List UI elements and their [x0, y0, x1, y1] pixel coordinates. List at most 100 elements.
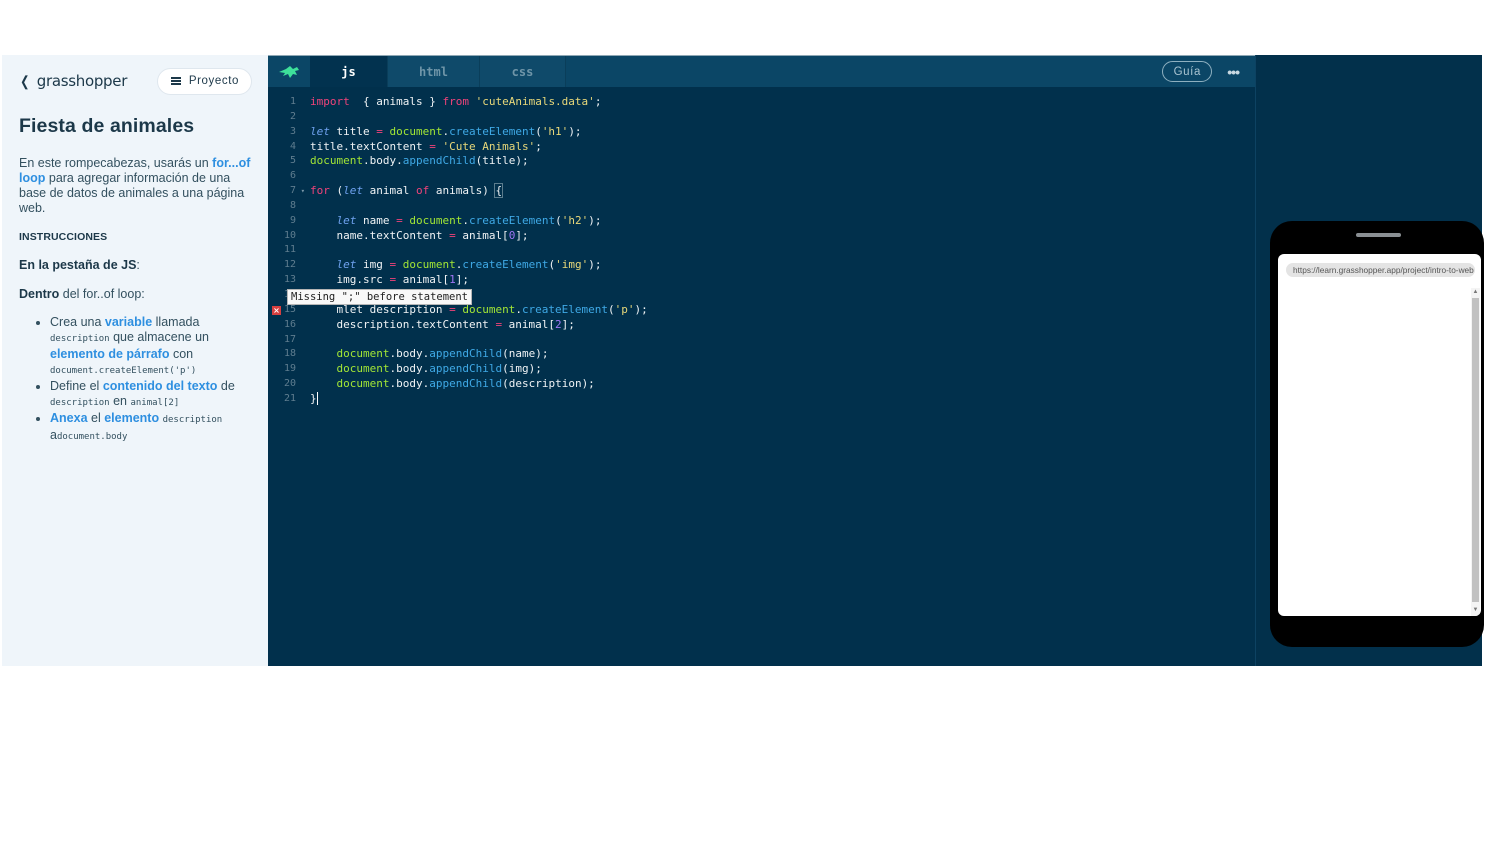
code-token: name	[356, 213, 397, 227]
tab-css[interactable]: css	[480, 56, 566, 87]
text-cursor	[316, 392, 318, 406]
loop-step-bold: Dentro	[19, 287, 60, 301]
preview-url-bar: https://learn.grasshopper.app/project/in…	[1286, 263, 1475, 277]
back-to-home-link[interactable]: ❮ grasshopper	[19, 72, 127, 90]
code-line[interactable]: 6	[268, 169, 1255, 184]
code-line[interactable]: 5 document.body.appendChild(title);	[268, 154, 1255, 169]
code-text: mlet description = document.createElemen…	[298, 302, 647, 318]
code-line[interactable]: 13 img.src = animal[1];	[268, 273, 1255, 288]
error-icon[interactable]: ×	[272, 305, 281, 315]
code-line[interactable]: 10 name.textContent = animal[0];	[268, 229, 1255, 244]
tab-js[interactable]: js	[310, 56, 388, 87]
code-snippet: description	[50, 398, 110, 408]
paragraph-element-link[interactable]: elemento de párrafo	[50, 347, 169, 361]
code-line[interactable]: 21}	[268, 392, 1255, 407]
app-window: ❮ grasshopper Proyecto Fiesta de animale…	[2, 55, 1484, 666]
code-line[interactable]: 20 document.body.appendChild(description…	[268, 377, 1255, 392]
code-area[interactable]: 1 import { animals } from 'cuteAnimals.da…	[268, 95, 1255, 407]
project-button[interactable]: Proyecto	[156, 67, 252, 95]
phone-speaker	[1356, 233, 1401, 237]
code-token: appendChild	[402, 154, 476, 168]
code-token: document	[310, 154, 363, 168]
code-line[interactable]: 1 import { animals } from 'cuteAnimals.da…	[268, 95, 1255, 110]
code-line[interactable]: 2	[268, 110, 1255, 125]
code-token: appendChild	[429, 347, 503, 361]
code-line[interactable]: 7 ▾ for (let animal of animals) {	[268, 183, 1255, 199]
code-token: (	[535, 124, 542, 138]
code-token: document	[402, 258, 456, 272]
code-token: }	[310, 391, 317, 405]
code-token: let	[343, 184, 363, 198]
code-line[interactable]: 12 let img = document.createElement('img…	[268, 258, 1255, 273]
scroll-down-icon[interactable]: ▼	[1471, 606, 1480, 615]
preview-screen[interactable]: https://learn.grasshopper.app/project/in…	[1278, 254, 1481, 616]
code-text: name.textContent = animal[0];	[298, 229, 528, 244]
code-line[interactable]: 16 description.textContent = animal[2];	[268, 318, 1255, 333]
guide-button[interactable]: Guía	[1162, 61, 1213, 82]
code-token: document	[409, 213, 463, 227]
scroll-thumb[interactable]	[1472, 298, 1479, 602]
loop-step-rest: del for..of loop:	[59, 287, 145, 301]
code-line[interactable]: 11	[268, 243, 1255, 258]
line-number: 19	[283, 363, 296, 375]
tab-html[interactable]: html	[388, 56, 480, 87]
code-line[interactable]: 9 let name = document.createElement('h2'…	[268, 214, 1255, 229]
tab-step-rest: :	[136, 258, 140, 272]
code-token: ];	[561, 317, 575, 331]
tab-step: En la pestaña de JS:	[19, 258, 252, 272]
line-number: 11	[283, 244, 296, 256]
code-line[interactable]: 18 document.body.appendChild(name);	[268, 347, 1255, 362]
code-line[interactable]: 3 let title = document.createElement('h1'…	[268, 125, 1255, 140]
code-token: =	[376, 124, 383, 138]
code-line[interactable]: 8	[268, 199, 1255, 214]
code-text: }	[298, 392, 318, 407]
code-token: img	[356, 258, 390, 272]
code-line[interactable]: 4 title.textContent = 'Cute Animals';	[268, 140, 1255, 155]
more-horizontal-icon[interactable]: •••	[1227, 64, 1240, 80]
code-token: 'h2'	[561, 213, 589, 227]
code-editor-panel: js html css Guía ••• 1 import { animals }…	[268, 55, 1255, 666]
code-token: (	[608, 302, 615, 316]
code-token: animal	[363, 184, 416, 198]
code-line[interactable]: 19 document.body.appendChild(img);	[268, 362, 1255, 377]
code-token: (	[329, 184, 344, 198]
preview-scrollbar[interactable]: ▲ ▼	[1471, 288, 1480, 616]
code-token: appendChild	[429, 362, 503, 376]
fold-arrow-icon[interactable]: ▾	[301, 184, 305, 199]
code-token: 'Cute Animals'	[442, 139, 536, 153]
scroll-up-icon[interactable]: ▲	[1471, 288, 1480, 297]
code-token: appendChild	[429, 377, 503, 391]
code-token: ;	[535, 139, 542, 153]
variable-link[interactable]: variable	[105, 315, 152, 329]
line-number: 5	[289, 155, 296, 167]
code-token: 2	[555, 317, 562, 331]
code-line[interactable]: 17	[268, 333, 1255, 348]
text-content-link[interactable]: contenido del texto	[103, 379, 218, 393]
code-token: title	[329, 124, 377, 138]
code-snippet: animal[2]	[130, 398, 180, 408]
code-text: document.body.appendChild(description);	[298, 377, 595, 392]
code-token: document	[336, 347, 390, 361]
task-item: Define el contenido del texto de descrip…	[50, 379, 252, 411]
code-snippet: description	[162, 415, 223, 425]
code-text: img.src = animal[1];	[298, 273, 468, 288]
code-token: 'img'	[555, 258, 589, 272]
append-link[interactable]: Anexa	[50, 411, 88, 425]
code-token: .	[515, 302, 522, 316]
code-line[interactable]: 15 × mlet description = document.createEl…	[268, 303, 1255, 318]
phone-frame: https://learn.grasshopper.app/project/in…	[1270, 221, 1484, 647]
instructions-heading: INSTRUCCIONES	[19, 231, 108, 243]
code-token: createElement	[468, 213, 556, 227]
line-number: 10	[283, 229, 296, 241]
task-text: que almacene un	[109, 330, 209, 344]
element-link[interactable]: elemento	[104, 411, 159, 425]
line-number: 15 ×	[272, 303, 296, 315]
error-tooltip: Missing ";" before statement	[287, 289, 473, 305]
list-icon	[170, 77, 181, 85]
